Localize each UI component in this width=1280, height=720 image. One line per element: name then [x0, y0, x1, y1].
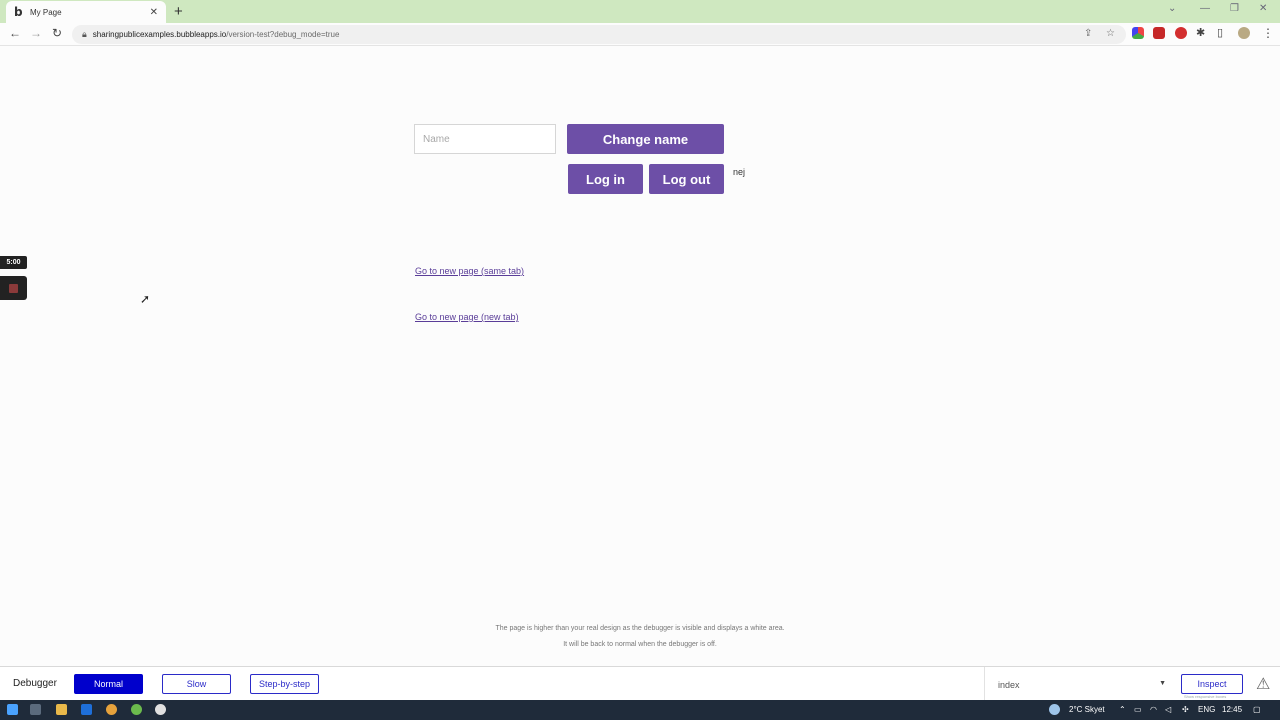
weather-text[interactable]: 2°C Skyet [1069, 705, 1105, 714]
reload-icon[interactable]: ↻ [52, 26, 62, 40]
network-icon[interactable]: ◠ [1150, 705, 1157, 714]
new-tab-button[interactable]: + [174, 3, 183, 20]
lock-icon[interactable]: 🔒︎ [82, 29, 87, 40]
browser-titlebar: b My Page ✕ + ⌄ — ❐ ✕ [0, 0, 1280, 23]
log-in-button[interactable]: Log in [568, 164, 643, 194]
color-extension-icon[interactable] [1132, 27, 1144, 39]
url-path: /version-test?debug_mode=true [226, 30, 340, 39]
page-body: Change name Log in Log out nej Go to new… [0, 47, 1280, 666]
log-out-button[interactable]: Log out [649, 164, 724, 194]
adblock-extension-icon[interactable] [1175, 27, 1187, 39]
forward-icon[interactable]: → [30, 26, 42, 40]
tab-close-icon[interactable]: ✕ [150, 7, 158, 18]
address-bar[interactable]: 🔒︎ sharingpublicexamples.bubbleapps.io /… [72, 25, 1126, 44]
star-icon[interactable]: ☆ [1106, 28, 1115, 39]
share-icon[interactable]: ⇪ [1084, 28, 1092, 39]
menu-icon[interactable]: ⋮ [1262, 26, 1274, 40]
clock[interactable]: 12:45 [1222, 705, 1242, 714]
windows-start-icon[interactable] [7, 704, 18, 715]
inspect-button[interactable]: Inspect [1181, 674, 1243, 694]
os-taskbar: 2°C Skyet ⌃ ▭ ◠ ◁ ✣ ENG 12:45 ▢ [0, 700, 1280, 720]
stop-recording-button[interactable] [0, 276, 27, 300]
task-view-icon[interactable] [30, 704, 41, 715]
recording-timer: 5:00 [0, 256, 27, 269]
restore-icon[interactable]: ❐ [1230, 3, 1239, 14]
outlook-icon[interactable] [81, 704, 92, 715]
tray-chevron-icon[interactable]: ⌃ [1119, 705, 1126, 714]
language-indicator[interactable]: ENG [1198, 705, 1215, 714]
tab-search-icon[interactable]: ⌄ [1168, 3, 1176, 14]
tray-icon[interactable]: ✣ [1182, 705, 1189, 714]
volume-icon[interactable]: ◁ [1165, 705, 1171, 714]
page-select-value: index [998, 680, 1020, 690]
chrome-active-icon[interactable] [131, 704, 142, 715]
file-explorer-icon[interactable] [56, 704, 67, 715]
name-input[interactable] [414, 124, 556, 154]
debug-step-button[interactable]: Step-by-step [250, 674, 319, 694]
debugger-label: Debugger [13, 678, 57, 689]
debugger-notice-line2: It will be back to normal when the debug… [563, 641, 717, 648]
url-host: sharingpublicexamples.bubbleapps.io [92, 30, 227, 39]
browser-toolbar: ← → ↻ 🔒︎ sharingpublicexamples.bubbleapp… [0, 23, 1280, 46]
stop-icon [9, 284, 18, 293]
app-icon[interactable] [155, 704, 166, 715]
profile-avatar[interactable] [1238, 27, 1250, 39]
debug-slow-button[interactable]: Slow [162, 674, 231, 694]
link-new-page-new-tab[interactable]: Go to new page (new tab) [415, 312, 519, 322]
debugger-bar: Debugger Normal Slow Step-by-step index … [0, 666, 1280, 701]
debugger-notice-line1: The page is higher than your real design… [495, 625, 785, 632]
page-select[interactable]: index ▼ [990, 675, 1172, 695]
change-name-button[interactable]: Change name [567, 124, 724, 154]
notifications-icon[interactable]: ▢ [1253, 705, 1261, 714]
extensions-icon[interactable]: ✱ [1196, 26, 1205, 39]
debug-normal-button[interactable]: Normal [74, 674, 143, 694]
bubble-favicon-icon: b [14, 5, 23, 19]
tab-title: My Page [30, 7, 62, 17]
chrome-icon[interactable] [106, 704, 117, 715]
sidebar-icon[interactable]: ▯ [1217, 26, 1223, 39]
browser-tab[interactable]: b My Page ✕ [6, 1, 166, 23]
warning-icon[interactable]: ⚠ [1256, 674, 1270, 694]
login-status-text: nej [733, 167, 746, 177]
extension-badge-icon[interactable] [1153, 27, 1165, 39]
weather-icon[interactable] [1049, 704, 1060, 715]
close-window-icon[interactable]: ✕ [1259, 3, 1267, 14]
show-responsive-boxes-link[interactable]: Show responsive boxes [1184, 694, 1226, 699]
minimize-icon[interactable]: — [1200, 3, 1210, 14]
chevron-down-icon: ▼ [1159, 680, 1166, 687]
back-icon[interactable]: ← [9, 26, 21, 40]
mouse-cursor-icon: ➚ [140, 292, 151, 306]
link-new-page-same-tab[interactable]: Go to new page (same tab) [415, 266, 524, 276]
tray-app-icon[interactable]: ▭ [1134, 705, 1142, 714]
debugger-divider [984, 667, 985, 701]
